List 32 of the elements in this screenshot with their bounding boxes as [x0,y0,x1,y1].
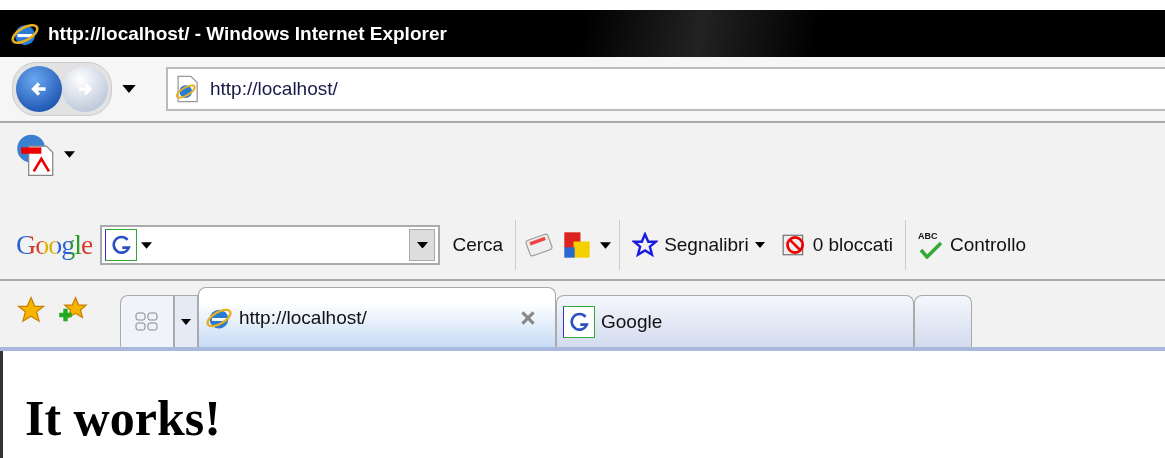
dropdown-button[interactable] [409,229,436,261]
caret-icon[interactable] [600,241,612,249]
favorites-star-icon[interactable] [16,295,46,325]
caret-icon[interactable] [141,241,153,249]
caret-icon [416,241,428,249]
search-field[interactable] [100,225,441,265]
bookmarks-button[interactable]: Segnalibri [628,232,769,258]
tab-list-button[interactable] [174,295,198,347]
caret-icon [181,318,191,325]
browser-tab[interactable]: http://localhost/ [198,287,556,347]
search-button[interactable]: Cerca [448,234,508,256]
address-field[interactable]: http://localhost/ [166,67,1165,111]
star-icon [632,232,659,258]
google-g-icon [105,229,138,261]
pdf-globe-icon[interactable] [16,133,54,177]
page-icon [174,75,200,103]
tab-label: Google [601,310,664,333]
page-heading: It works! [25,389,222,447]
spellcheck-button[interactable]: ABC Controllo [913,231,1030,259]
window-title: http://localhost/ - Windows Internet Explorer [48,22,447,45]
close-icon[interactable] [521,310,535,325]
caret-icon[interactable] [64,151,75,158]
browser-tab[interactable]: Google [556,295,914,347]
google-g-icon [563,305,595,338]
caret-icon [754,242,765,248]
blocked-window-icon [780,232,807,258]
caret-icon[interactable] [122,85,136,93]
tab-label: http://localhost/ [239,306,368,329]
cubes-icon[interactable] [562,230,593,260]
grid-icon [134,310,160,333]
back-button[interactable] [16,66,62,112]
popup-blocker-button[interactable]: 0 bloccati [776,232,897,258]
